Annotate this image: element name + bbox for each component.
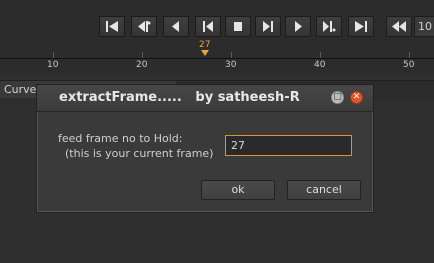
rewind-button[interactable] (386, 16, 412, 37)
timeline-baseline (0, 58, 434, 59)
step-back-icon (172, 21, 179, 32)
first-frame-button[interactable] (99, 16, 125, 37)
play-backward-button[interactable] (195, 16, 221, 37)
timeline-major-tick (409, 52, 410, 58)
close-button[interactable]: ✕ (350, 91, 363, 104)
transport-toolbar: 10 (0, 0, 434, 44)
maximize-button[interactable]: ▢ (331, 91, 344, 104)
timeline-major-tick (320, 52, 321, 58)
timeline-major-tick (142, 52, 143, 58)
dialog-titlebar[interactable]: extractFrame..... by satheesh-R ▢ ✕ (37, 85, 373, 112)
frame-number-input[interactable] (225, 135, 352, 156)
timeline-major-tick (53, 52, 54, 58)
maximize-icon: ▢ (333, 92, 342, 102)
play-backward-icon (203, 21, 213, 32)
cancel-button[interactable]: cancel (287, 180, 361, 200)
play-forward-icon (263, 21, 273, 32)
prompt-label-line1: feed frame no to Hold: (58, 132, 183, 145)
timeline-tick-label: 10 (47, 60, 59, 70)
prev-key-icon (138, 21, 151, 32)
timeline-tick-label: 40 (314, 60, 326, 70)
ok-button[interactable]: ok (201, 180, 275, 200)
stop-icon (234, 22, 242, 31)
skip-to-end-icon (355, 21, 367, 32)
timeline-ruler[interactable]: 10 20 30 40 50 (0, 44, 434, 74)
step-forward-button[interactable] (285, 16, 311, 37)
play-forward-button[interactable] (255, 16, 281, 37)
close-icon: ✕ (352, 92, 361, 102)
current-frame-label: 27 (199, 40, 211, 50)
timeline-tick-label: 20 (136, 60, 148, 70)
step-forward-icon (295, 21, 302, 32)
playhead-marker[interactable] (201, 50, 209, 56)
timeline-tick-label: 50 (403, 60, 415, 70)
timeline-major-tick (231, 52, 232, 58)
next-keyframe-button[interactable] (316, 16, 342, 37)
extract-frame-dialog: extractFrame..... by satheesh-R ▢ ✕ feed… (36, 84, 374, 213)
next-key-icon (323, 21, 336, 32)
frame-increment-field[interactable]: 10 (414, 16, 434, 37)
dialog-title: extractFrame..... by satheesh-R (59, 90, 300, 105)
prompt-label-line2: (this is your current frame) (65, 147, 214, 160)
previous-keyframe-button[interactable] (131, 16, 157, 37)
skip-to-start-icon (106, 21, 118, 32)
rewind-icon (392, 21, 406, 32)
stop-button[interactable] (225, 16, 251, 37)
last-frame-button[interactable] (348, 16, 374, 37)
step-back-button[interactable] (163, 16, 189, 37)
timeline-tick-label: 30 (225, 60, 237, 70)
